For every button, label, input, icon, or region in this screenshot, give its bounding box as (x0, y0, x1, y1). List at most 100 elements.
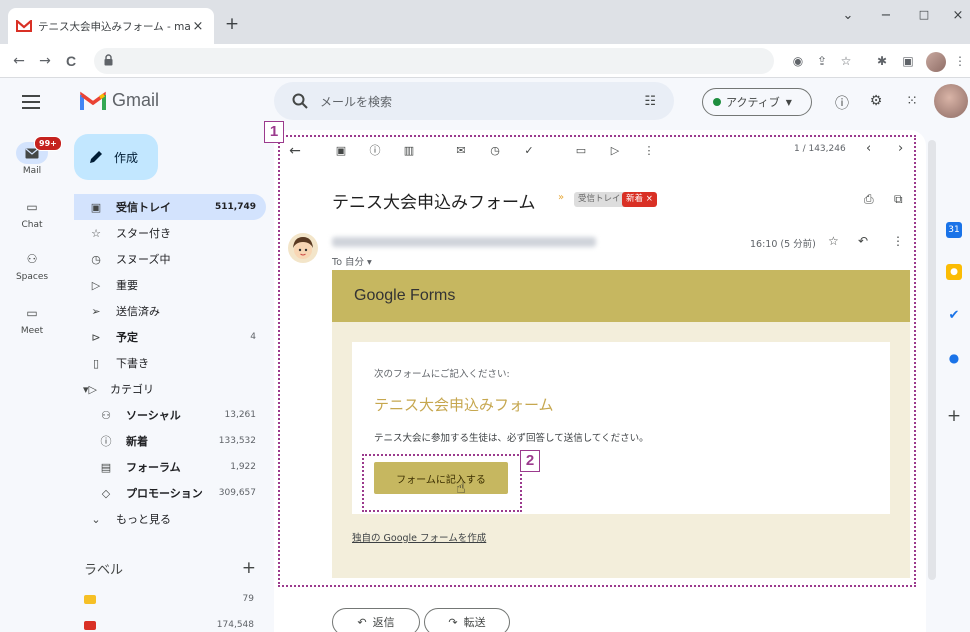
add-addon-icon[interactable]: + (946, 408, 962, 425)
rail-item-chat[interactable]: ▭ Chat (0, 196, 64, 230)
nav-item-sent[interactable]: ➢ 送信済み (74, 298, 266, 324)
nav-count: 4 (250, 332, 256, 342)
annotation-box-2 (362, 454, 522, 512)
annotation-number-1: 1 (264, 121, 284, 143)
clock-icon: ◷ (91, 252, 101, 266)
gmail-app-rail: 99+ Mail ▭ Chat ⚇ Spaces ▭ Meet (0, 78, 64, 632)
reload-button[interactable]: C (60, 50, 82, 72)
calendar-icon[interactable]: 31 (946, 222, 962, 238)
label-count: 79 (242, 594, 254, 604)
browser-tab[interactable]: テニス大会申込みフォーム - makotoi × (8, 8, 214, 44)
tab-close-icon[interactable]: × (190, 19, 206, 34)
chevron-down-icon: ▼ (785, 97, 792, 107)
window-close-button[interactable]: × (948, 8, 968, 23)
nav-item-drafts[interactable]: ▯ 下書き (74, 350, 266, 376)
rail-label-mail: Mail (22, 166, 42, 176)
nav-item-updates[interactable]: ⓘ 新着 133,532 (74, 428, 266, 454)
nav-item-scheduled[interactable]: ⊳ 予定 4 (74, 324, 266, 350)
nav-item-forums[interactable]: ▤ フォーラム 1,922 (74, 454, 266, 480)
label-item[interactable]: 174,548 (84, 620, 264, 630)
nav-item-categories[interactable]: ▾▷ カテゴリ (74, 376, 266, 402)
gear-icon[interactable]: ⚙ (866, 93, 886, 113)
compose-label: 作成 (114, 150, 139, 165)
gmail-favicon-icon (16, 19, 32, 33)
nav-item-promotions[interactable]: ◇ プロモーション 309,657 (74, 480, 266, 506)
nav-count: 511,749 (215, 202, 256, 212)
star-icon: ☆ (91, 226, 101, 240)
side-panel-icon[interactable]: ▣ (898, 51, 918, 71)
browser-profile-avatar[interactable] (926, 52, 946, 72)
nav-label: 送信済み (116, 305, 160, 318)
lock-icon (104, 54, 113, 66)
mail-folder-list: ▣ 受信トレイ 511,749 ☆ スター付き ◷ スヌーズ中 ▷ 重要 ➢ 送… (74, 194, 266, 532)
forum-icon: ▤ (100, 460, 112, 474)
forward-label: 転送 (463, 616, 486, 629)
nav-label: もっと見る (116, 513, 171, 526)
help-icon[interactable]: ⓘ (832, 93, 852, 113)
category-icon: ▾▷ (83, 382, 97, 396)
minimize-button[interactable]: − (876, 8, 896, 23)
rail-item-meet[interactable]: ▭ Meet (0, 302, 64, 336)
tasks-icon[interactable]: ✔ (946, 308, 962, 324)
new-tab-button[interactable]: + (220, 12, 244, 36)
main-menu-icon[interactable] (22, 95, 40, 113)
forward-button[interactable]: ↷ 転送 (424, 608, 510, 632)
rail-item-spaces[interactable]: ⚇ Spaces (0, 248, 64, 282)
add-label-button[interactable]: + (242, 558, 256, 578)
forward-icon: ↷ (448, 615, 458, 629)
nav-label: カテゴリ (110, 383, 154, 396)
social-icon: ⚇ (101, 408, 111, 422)
tab-search-icon[interactable]: ⌄ (838, 8, 858, 23)
reply-button[interactable]: ↶ 返信 (332, 608, 420, 632)
gmail-m-icon (80, 91, 106, 110)
account-avatar[interactable] (934, 84, 968, 118)
compose-button[interactable]: 作成 (74, 134, 158, 180)
spaces-icon: ⚇ (26, 252, 38, 266)
maximize-button[interactable]: □ (914, 8, 934, 21)
forward-button[interactable]: → (34, 50, 56, 72)
nav-label: 下書き (116, 357, 149, 370)
contacts-icon[interactable]: ● (946, 350, 962, 366)
annotation-number-2: 2 (520, 450, 540, 472)
chrome-menu-icon[interactable]: ⋮ (950, 51, 970, 71)
labels-header: ラベル + (84, 558, 264, 578)
nav-label: 新着 (126, 435, 148, 448)
label-tag-icon (84, 594, 96, 604)
view-site-icon[interactable]: ◉ (788, 51, 808, 71)
draft-icon: ▯ (92, 356, 100, 370)
nav-item-important[interactable]: ▷ 重要 (74, 272, 266, 298)
bookmark-star-icon[interactable]: ☆ (836, 51, 856, 71)
apps-grid-icon[interactable]: ⁙ (902, 93, 922, 113)
pencil-icon (90, 151, 102, 163)
gmail-logo[interactable]: Gmail (80, 90, 159, 111)
extensions-icon[interactable]: ✱ (872, 51, 892, 71)
info-icon: ⓘ (100, 435, 112, 448)
search-options-icon[interactable]: ☷ (644, 94, 656, 109)
nav-label: スター付き (116, 227, 171, 240)
rail-label-chat: Chat (21, 220, 43, 230)
keep-icon[interactable]: ● (946, 264, 962, 280)
nav-item-more[interactable]: ⌄ もっと見る (74, 506, 266, 532)
labels-title: ラベル (84, 562, 124, 578)
address-bar[interactable] (94, 48, 774, 74)
nav-item-starred[interactable]: ☆ スター付き (74, 220, 266, 246)
status-dot-icon (713, 98, 721, 106)
inbox-icon: ▣ (90, 200, 102, 214)
send-icon: ➢ (91, 304, 101, 318)
share-icon[interactable]: ⇪ (812, 51, 832, 71)
gmail-logo-text: Gmail (112, 90, 160, 110)
nav-item-snoozed[interactable]: ◷ スヌーズ中 (74, 246, 266, 272)
unread-badge: 99+ (34, 136, 62, 151)
rail-item-mail[interactable]: 99+ Mail (0, 136, 64, 176)
search-bar[interactable]: メールを検索 ☷ (274, 82, 674, 120)
nav-item-inbox[interactable]: ▣ 受信トレイ 511,749 (74, 194, 266, 220)
nav-count: 309,657 (218, 488, 256, 498)
label-item[interactable]: 79 (84, 594, 264, 604)
nav-label: 重要 (116, 279, 138, 292)
back-button[interactable]: ← (8, 50, 30, 72)
search-input[interactable]: メールを検索 (320, 93, 644, 110)
nav-item-social[interactable]: ⚇ ソーシャル 13,261 (74, 402, 266, 428)
status-selector[interactable]: アクティブ ▼ (702, 88, 812, 116)
email-scrollbar[interactable] (928, 140, 936, 580)
nav-label: フォーラム (126, 461, 181, 474)
